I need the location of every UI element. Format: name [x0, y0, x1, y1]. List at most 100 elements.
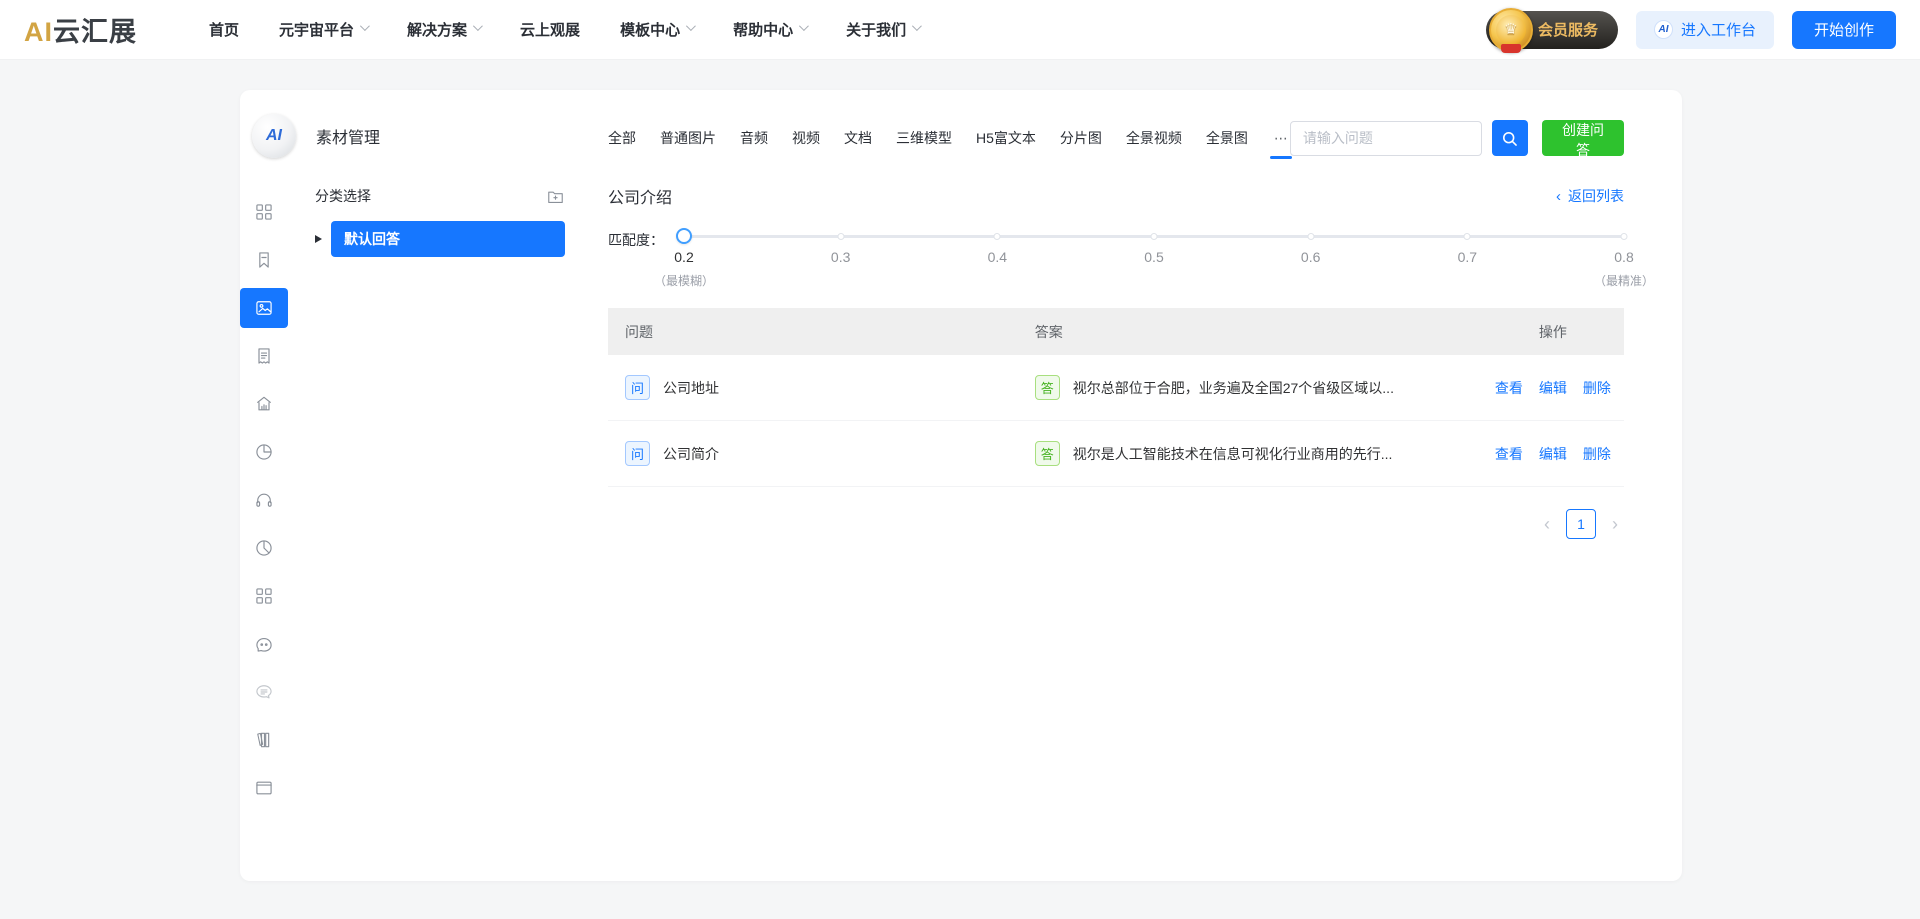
nav-label: 模板中心	[620, 19, 680, 40]
nav-item-metaverse[interactable]: 元宇宙平台	[279, 19, 367, 40]
back-to-list-link[interactable]: ‹ 返回列表	[1556, 186, 1624, 206]
enter-workspace-button[interactable]: AI 进入工作台	[1636, 11, 1774, 49]
sidebar-item-exhibition-hall[interactable]	[240, 384, 288, 424]
category-title: 分类选择	[315, 186, 371, 206]
tab-images[interactable]: 普通图片	[660, 128, 716, 148]
workspace-logo-icon: AI	[1654, 20, 1673, 39]
headphones-icon	[254, 490, 274, 510]
back-link-label: 返回列表	[1568, 186, 1624, 206]
delete-link[interactable]: 删除	[1583, 444, 1611, 464]
sidebar-item-library[interactable]	[240, 720, 288, 760]
slider-tick-dot	[837, 233, 844, 240]
grid-icon	[254, 586, 274, 606]
start-creating-button[interactable]: 开始创作	[1792, 11, 1896, 49]
sidebar-item-audio-service[interactable]	[240, 480, 288, 520]
top-navbar: AI 云汇展 首页 元宇宙平台 解决方案 云上观展 模板中心 帮助中心 关于我们…	[0, 0, 1920, 60]
vip-medal-icon: ♛	[1489, 8, 1533, 52]
delete-link[interactable]: 删除	[1583, 378, 1611, 398]
enter-workspace-label: 进入工作台	[1681, 19, 1756, 40]
app-logo[interactable]: AI 云汇展	[24, 10, 137, 49]
tab-panorama[interactable]: 全景图	[1206, 128, 1248, 148]
answer-badge: 答	[1035, 441, 1060, 466]
slider-tick-label: 0.7	[1458, 249, 1477, 265]
slider-handle[interactable]	[676, 228, 692, 244]
tab-document[interactable]: 文档	[844, 128, 872, 148]
qa-table-header: 问题 答案 操作	[608, 308, 1624, 355]
question-badge: 问	[625, 441, 650, 466]
prev-page-arrow[interactable]: ‹	[1544, 515, 1550, 533]
table-row: 问 公司地址 答 视尔总部位于合肥，业务遍及全国27个省级区域以... 查看 编…	[608, 355, 1624, 421]
qa-table: 问题 答案 操作 问 公司地址 答 视尔总部位于合肥，业务遍及全国27个省级区域…	[608, 308, 1624, 487]
edit-link[interactable]: 编辑	[1539, 444, 1567, 464]
nav-item-templates[interactable]: 模板中心	[620, 19, 693, 40]
logo-ai-text: AI	[24, 17, 53, 48]
sidebar-item-browser[interactable]	[240, 768, 288, 808]
create-qa-button[interactable]: 创建问答	[1542, 120, 1624, 156]
nav-item-help[interactable]: 帮助中心	[733, 19, 806, 40]
view-link[interactable]: 查看	[1495, 378, 1523, 398]
sidebar-item-comments[interactable]	[240, 672, 288, 712]
pagination: ‹ 1 ›	[608, 509, 1624, 539]
question-badge: 问	[625, 375, 650, 400]
match-degree-slider[interactable]: 0.2 0.3 0.4 0.5 0.6 0.7 0.8 （最模糊） （最精准）	[684, 222, 1624, 294]
slider-max-hint: （最精准）	[1594, 272, 1654, 289]
member-service-button[interactable]: ♛ 会员服务	[1486, 11, 1618, 49]
nav-item-home[interactable]: 首页	[209, 19, 239, 40]
search-input[interactable]	[1290, 121, 1482, 156]
next-page-arrow[interactable]: ›	[1612, 515, 1618, 533]
tab-more[interactable]: ⋯	[1272, 130, 1290, 147]
search-icon	[1500, 129, 1519, 148]
window-icon	[254, 778, 274, 798]
chevron-down-icon	[360, 21, 370, 31]
nav-item-cloud-exhibit[interactable]: 云上观展	[520, 19, 580, 40]
bookmark-icon	[254, 250, 274, 270]
question-cell: 问 公司简介	[608, 441, 1035, 466]
sidebar-item-documents[interactable]	[240, 336, 288, 376]
pie-chart-icon	[254, 538, 274, 558]
sidebar-item-grid[interactable]	[240, 192, 288, 232]
nav-label: 解决方案	[407, 19, 467, 40]
nav-label: 首页	[209, 19, 239, 40]
answer-text: 视尔总部位于合肥，业务遍及全国27个省级区域以...	[1073, 378, 1394, 398]
section-header: 公司介绍 ‹ 返回列表	[608, 184, 1624, 208]
question-text: 公司地址	[663, 378, 719, 398]
chevron-down-icon	[473, 21, 483, 31]
view-link[interactable]: 查看	[1495, 444, 1523, 464]
nav-label: 帮助中心	[733, 19, 793, 40]
page-number-current[interactable]: 1	[1566, 509, 1596, 539]
museum-icon	[254, 394, 274, 414]
slider-tick-dot	[1464, 233, 1471, 240]
slider-tick-dot	[994, 233, 1001, 240]
tab-audio[interactable]: 音频	[740, 128, 768, 148]
tab-video[interactable]: 视频	[792, 128, 820, 148]
receipt-icon	[254, 346, 274, 366]
slider-tick-label: 0.8	[1614, 249, 1633, 265]
search-button[interactable]	[1492, 120, 1528, 156]
match-degree-row: 匹配度： 0.2 0.3 0.4 0.5 0.6 0.7 0.8	[608, 222, 1624, 294]
caret-right-icon[interactable]	[315, 235, 322, 243]
sidebar-item-apps[interactable]	[240, 576, 288, 616]
sidebar-item-ai-chat[interactable]	[240, 624, 288, 664]
tab-sliced-image[interactable]: 分片图	[1060, 128, 1102, 148]
nav-label: 云上观展	[520, 19, 580, 40]
sidebar-item-analytics[interactable]	[240, 432, 288, 472]
tab-panoramic-video[interactable]: 全景视频	[1126, 128, 1182, 148]
add-folder-icon[interactable]	[546, 187, 565, 206]
slider-tick-label: 0.3	[831, 249, 850, 265]
tab-all[interactable]: 全部	[608, 128, 636, 148]
sidebar-item-images-active[interactable]	[240, 288, 288, 328]
nav-item-about[interactable]: 关于我们	[846, 19, 919, 40]
sidebar-item-stats[interactable]	[240, 528, 288, 568]
tab-h5-richtext[interactable]: H5富文本	[976, 128, 1036, 148]
tab-3d-model[interactable]: 三维模型	[896, 128, 952, 148]
actions-cell: 查看 编辑 删除	[1482, 378, 1624, 398]
nav-item-solutions[interactable]: 解决方案	[407, 19, 480, 40]
edit-link[interactable]: 编辑	[1539, 378, 1567, 398]
header-actions: 操作	[1482, 322, 1624, 342]
answer-badge: 答	[1035, 375, 1060, 400]
active-tab-indicator	[1270, 156, 1292, 159]
actions-cell: 查看 编辑 删除	[1482, 444, 1624, 464]
category-item-default-answer[interactable]: 默认回答	[331, 221, 565, 257]
sidebar-item-bookmark[interactable]	[240, 240, 288, 280]
avatar: AI	[252, 114, 296, 158]
